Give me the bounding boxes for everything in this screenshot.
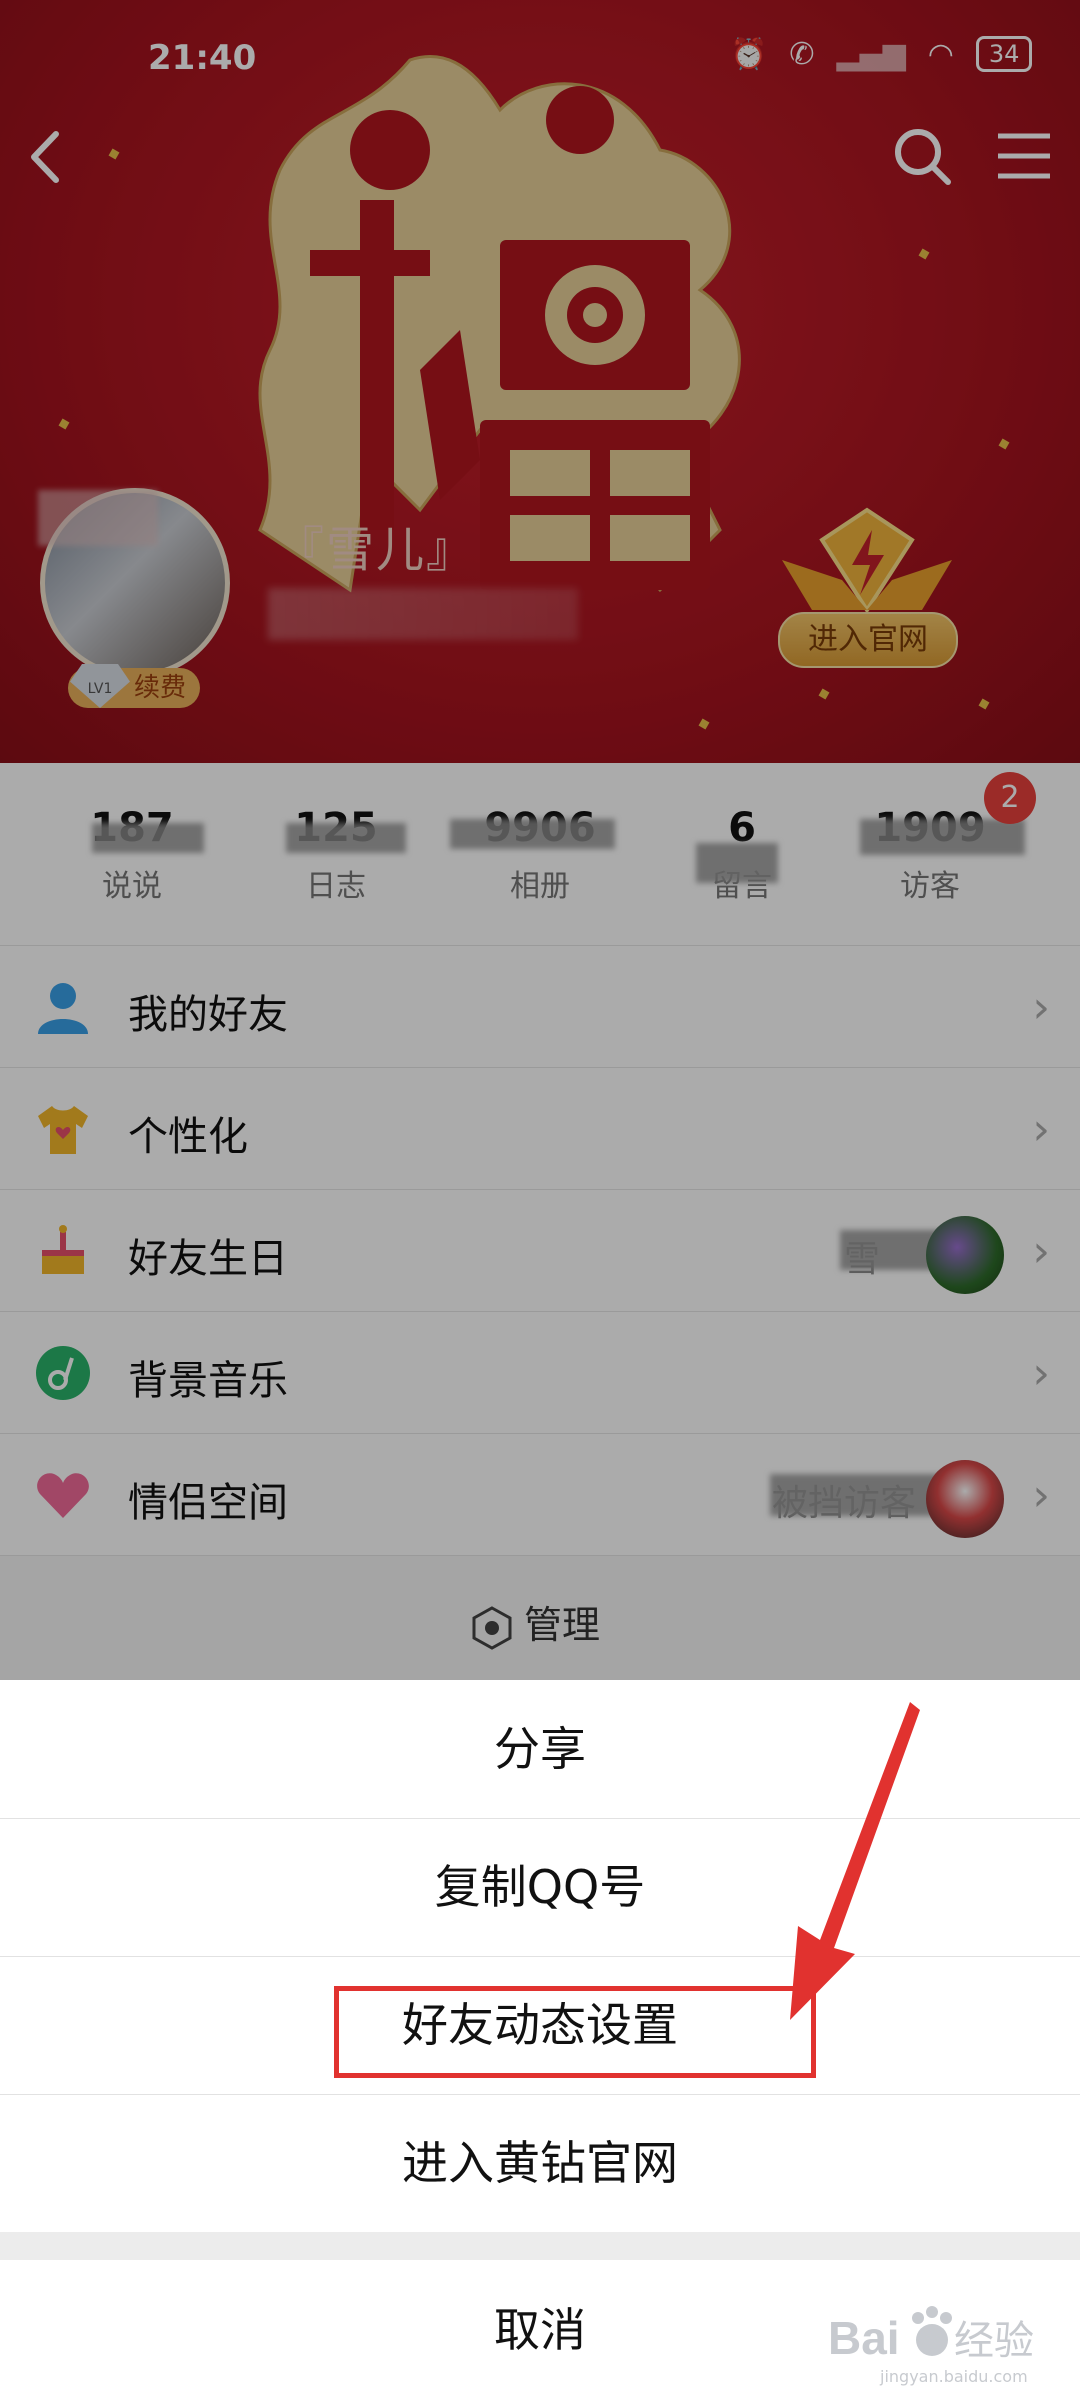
modal-backdrop[interactable]	[0, 0, 1080, 1680]
baidu-watermark-logo: Bai 经验 jingyan.baidu.com	[828, 2306, 1034, 2386]
svg-text:经验: 经验	[954, 2318, 1034, 2364]
svg-text:Bai: Bai	[828, 2312, 900, 2364]
sheet-divider	[0, 2232, 1080, 2260]
svg-text:jingyan.baidu.com: jingyan.baidu.com	[879, 2367, 1028, 2386]
highlight-box	[334, 1986, 816, 2078]
annotation-arrow-icon	[790, 1702, 920, 2020]
yellow-diamond-site-option[interactable]: 进入黄钻官网	[0, 2094, 1080, 2232]
